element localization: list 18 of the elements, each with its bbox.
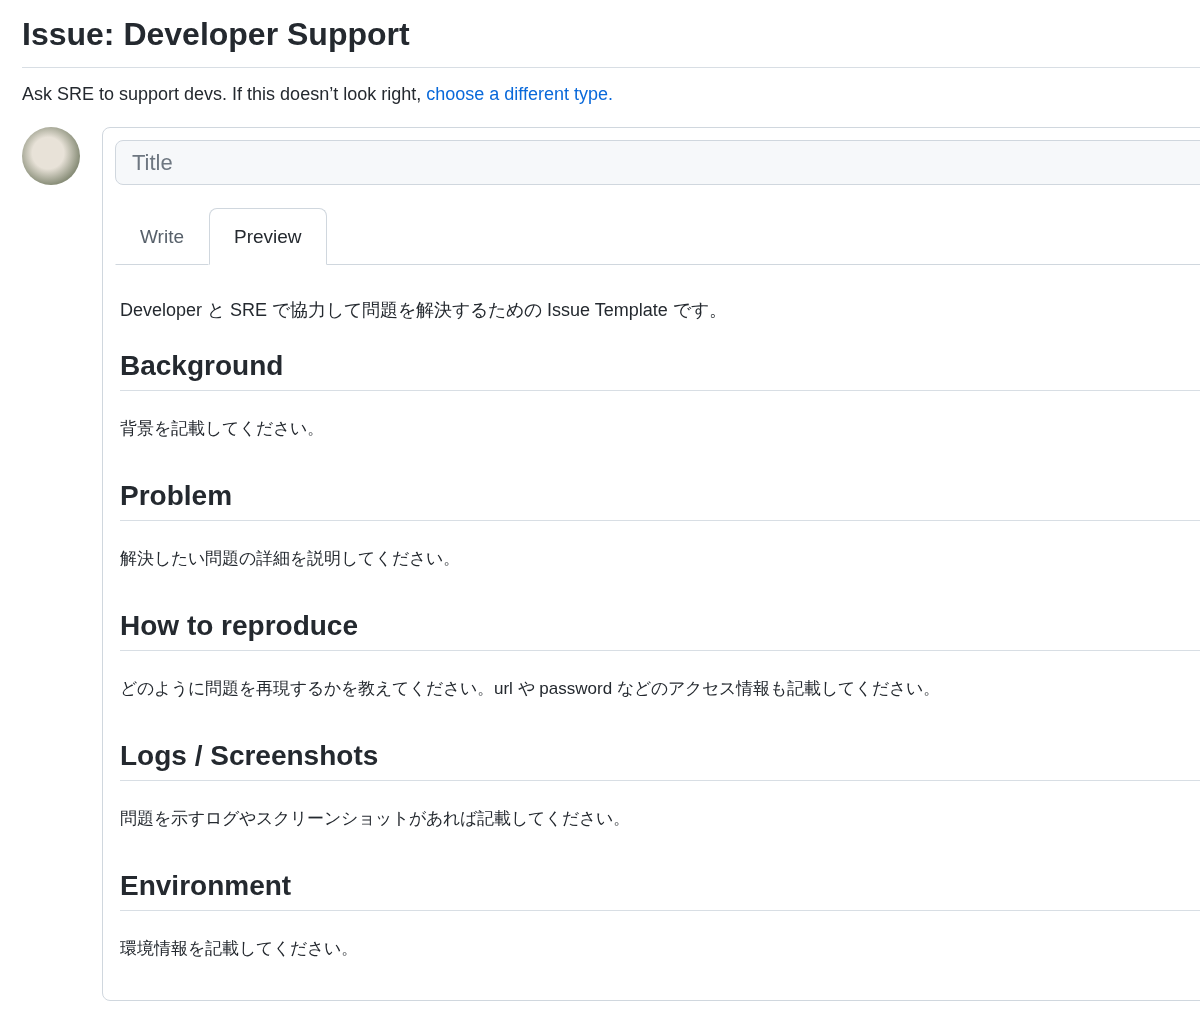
editor-tab[interactable]: Write bbox=[115, 208, 209, 265]
section-text: 問題を示すログやスクリーンショットがあれば記載してください。 bbox=[120, 808, 631, 830]
title-input-field[interactable]: Title bbox=[115, 140, 1200, 185]
section-heading: Environment bbox=[120, 870, 1200, 911]
section-heading: How to reproduce bbox=[120, 610, 1200, 651]
intro-text: Developer と SRE で協力して問題を解決するための Issue Template です。 bbox=[120, 299, 728, 322]
section-heading: Logs / Screenshots bbox=[120, 740, 1200, 781]
avatar-photo-placeholder bbox=[22, 127, 80, 185]
section-text: 背景を記載してください。 bbox=[120, 418, 325, 440]
section-text: 環境情報を記載してください。 bbox=[120, 938, 359, 960]
editor-tab[interactable]: Preview bbox=[209, 208, 327, 265]
choose-type-link[interactable]: choose a different type. bbox=[426, 84, 613, 104]
description-text: Ask SRE to support devs. If this doesn’t look right, choose a different type. bbox=[22, 84, 614, 105]
section-text: どのように問題を再現するかを教えてください。url や password などのアクセス情報も記載してください。 bbox=[120, 678, 941, 700]
section-text: 解決したい問題の詳細を説明してください。 bbox=[120, 548, 461, 570]
section-heading: Background bbox=[120, 350, 1200, 391]
page-title: Issue: Developer Support bbox=[22, 0, 1200, 68]
section-heading: Problem bbox=[120, 480, 1200, 521]
